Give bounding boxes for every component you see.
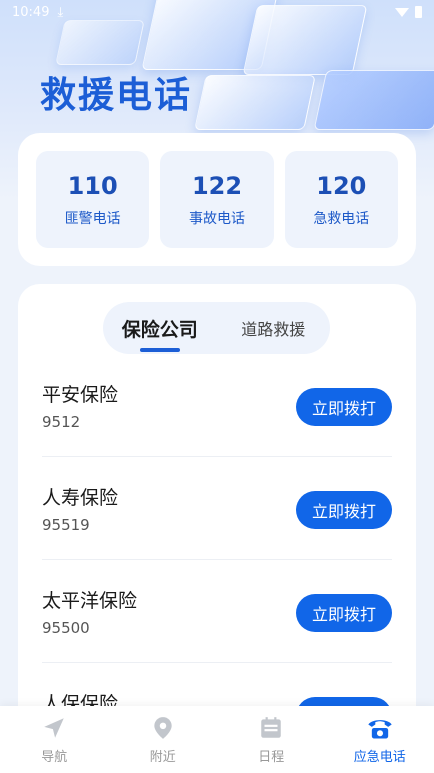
company-name: 平安保险	[42, 384, 119, 406]
nav-label: 日程	[258, 750, 285, 765]
location-pin-icon	[149, 714, 177, 742]
battery-icon	[415, 6, 422, 18]
company-phone: 95500	[42, 619, 90, 637]
contact-list-card: 保险公司 道路救援 平安保险 9512 立即拨打 人寿保险 95519 立即拨打…	[18, 284, 416, 714]
status-bar: 10:49 ⤓	[0, 0, 434, 24]
company-phone: 95519	[42, 516, 90, 534]
tab-insurance[interactable]: 保险公司	[103, 315, 217, 342]
nav-item-navigation[interactable]: 导航	[0, 706, 109, 773]
calendar-icon	[257, 714, 285, 742]
list-item: 平安保险 9512 立即拨打	[42, 354, 392, 457]
nav-item-nearby[interactable]: 附近	[109, 706, 218, 773]
quick-call-label: 匪警电话	[64, 210, 121, 227]
category-tabs: 保险公司 道路救援	[103, 302, 330, 354]
quick-call-label: 急救电话	[313, 210, 370, 227]
company-name: 人寿保险	[42, 487, 119, 509]
quick-call-traffic[interactable]: 122 事故电话	[160, 151, 274, 248]
nav-item-emergency-phone[interactable]: 应急电话	[326, 706, 434, 773]
nav-label: 附近	[149, 750, 176, 765]
nav-item-schedule[interactable]: 日程	[217, 706, 326, 773]
call-button[interactable]: 立即拨打	[296, 388, 392, 426]
page-title: 救援电话	[40, 75, 193, 116]
list-item: 太平洋保险 95500 立即拨打	[42, 560, 392, 663]
nav-label: 导航	[41, 750, 68, 765]
quick-call-card: 110 匪警电话 122 事故电话 120 急救电话	[18, 133, 416, 266]
nav-label: 应急电话	[353, 750, 406, 765]
quick-call-police[interactable]: 110 匪警电话	[36, 151, 150, 248]
tab-road-rescue[interactable]: 道路救援	[217, 316, 331, 340]
status-time: 10:49	[12, 4, 50, 20]
download-icon: ⤓	[57, 4, 64, 20]
quick-call-number: 122	[191, 171, 243, 200]
quick-call-number: 120	[316, 171, 367, 200]
glass-cube	[194, 75, 316, 130]
phone-icon	[366, 714, 394, 742]
contact-list: 平安保险 9512 立即拨打 人寿保险 95519 立即拨打 太平洋保险 955…	[42, 354, 392, 714]
navigation-arrow-icon	[40, 714, 68, 742]
list-item: 人寿保险 95519 立即拨打	[42, 457, 392, 560]
call-button[interactable]: 立即拨打	[296, 491, 392, 529]
glass-cube	[313, 70, 434, 130]
wifi-icon	[395, 7, 409, 17]
quick-call-label: 事故电话	[188, 210, 245, 227]
company-name: 太平洋保险	[42, 590, 138, 612]
company-phone: 9512	[42, 413, 81, 431]
call-button[interactable]: 立即拨打	[296, 594, 392, 632]
quick-call-number: 110	[67, 171, 118, 200]
bottom-navigation: 导航 附近 日程 应急电话	[0, 706, 434, 773]
glass-cube	[55, 20, 145, 65]
quick-call-ambulance[interactable]: 120 急救电话	[284, 151, 398, 248]
